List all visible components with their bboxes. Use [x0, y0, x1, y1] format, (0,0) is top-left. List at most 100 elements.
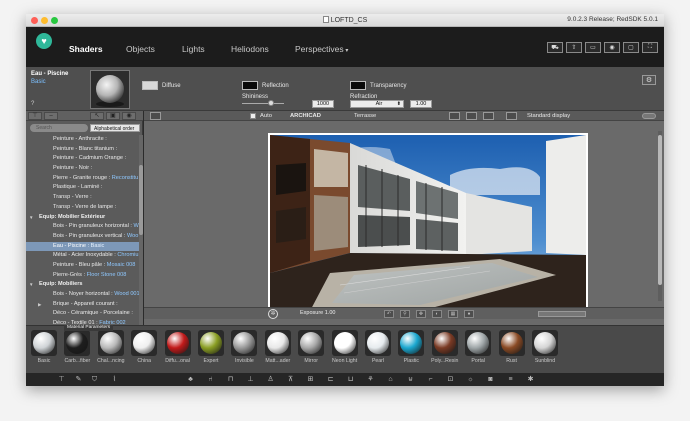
list-item[interactable]: Peinture - Blanc titanium : [26, 145, 139, 155]
viewport-scrollbar[interactable] [658, 131, 662, 301]
render-image[interactable] [268, 133, 588, 315]
list-item[interactable]: Peinture - Noir : [26, 164, 139, 174]
list-item[interactable]: Eau - Piscine : Basic [26, 241, 139, 252]
display-icon[interactable] [506, 112, 517, 120]
bath-icon[interactable]: ⊌ [406, 375, 415, 384]
material-type[interactable]: Basic [31, 79, 46, 85]
shininess-value[interactable]: 1000 [312, 100, 334, 108]
refraction-value[interactable]: 1.00 [410, 100, 432, 108]
material-swatch[interactable]: Invisible [230, 330, 258, 364]
sun-icon[interactable]: ☼ [466, 375, 475, 384]
material-swatch[interactable]: Sunblind [531, 330, 559, 364]
frame-icon[interactable]: ▢ [623, 42, 639, 53]
bed-icon[interactable]: ⌂ [386, 375, 395, 384]
list-item[interactable]: Bois - Pin granuleux vertical : Woo [26, 232, 139, 242]
reflection-swatch[interactable] [242, 81, 258, 90]
material-swatch[interactable]: Matt...ader [264, 330, 292, 364]
render-engine-label[interactable]: ARCHICAD [290, 112, 321, 120]
chair-icon[interactable]: ⑁ [206, 375, 215, 384]
tab-perspectives[interactable]: Perspectives [295, 44, 348, 54]
person-icon[interactable]: ♙ [266, 375, 275, 384]
list-item[interactable]: Métal - Acier Inoxydable : Chromiu [26, 251, 139, 261]
list-item[interactable]: Bois - Noyer horizontal : Wood 001 [26, 290, 139, 300]
eye-icon[interactable]: ◉ [122, 112, 136, 120]
list-item[interactable]: Peinture - Bleu pâle : Mosaic 008 [26, 261, 139, 271]
orbit-icon[interactable]: ◐ [432, 310, 442, 318]
list-item[interactable]: Bois - Pin granuleux horizontal : W [26, 222, 139, 232]
pointer-icon[interactable]: ↖ [90, 112, 104, 120]
list-item[interactable]: Déco - Céramique - Porcelaine : [26, 309, 139, 319]
fit-icon[interactable] [466, 112, 477, 120]
screens-icon[interactable]: ▭ [585, 42, 601, 53]
material-swatch[interactable]: Poly...Resin [431, 330, 459, 364]
auto-checkbox[interactable] [250, 113, 256, 119]
list-item[interactable]: Pierre-Grès : Floor Stone 008 [26, 271, 139, 281]
grid-icon[interactable]: ▦ [448, 310, 458, 318]
sort-select[interactable]: Alphabetical order [90, 124, 140, 132]
scene-label[interactable]: Terrasse [354, 112, 376, 120]
material-swatch[interactable]: China [130, 330, 158, 364]
refraction-medium-select[interactable]: Air [350, 100, 404, 108]
list-item[interactable]: Plastique - Laminé : [26, 183, 139, 193]
bucket-icon[interactable]: ⛉ [90, 375, 99, 384]
list-item[interactable]: Peinture - Cadmium Orange : [26, 154, 139, 164]
table-icon[interactable]: ⊓ [226, 375, 235, 384]
minus-icon[interactable]: – [44, 112, 58, 120]
diffuse-swatch[interactable] [142, 81, 158, 90]
material-swatch[interactable]: Pearl [364, 330, 392, 364]
camera-small-icon[interactable]: ◙ [486, 375, 495, 384]
pipette-icon[interactable]: ✎ [74, 375, 83, 384]
display-mode-label[interactable]: Standard display [527, 112, 570, 120]
crop-icon[interactable] [483, 112, 494, 120]
sofa-icon[interactable]: ⊔ [346, 375, 355, 384]
material-swatch[interactable]: Plastic [397, 330, 425, 364]
tab-lights[interactable]: Lights [182, 44, 205, 54]
viewport-scrollbar-thumb[interactable] [658, 135, 662, 285]
pan-icon[interactable]: ✥ [416, 310, 426, 318]
list-item[interactable]: Peinture - Anthracite : [26, 135, 139, 145]
fullscreen-icon[interactable]: ⛶ [642, 42, 658, 53]
wrench-icon[interactable]: ⚙ [642, 75, 656, 85]
material-swatch[interactable]: Neon Light [331, 330, 359, 364]
help-icon[interactable]: ? [31, 101, 34, 107]
material-swatch[interactable]: Diffu...onal [164, 330, 192, 364]
shininess-slider-knob[interactable] [268, 100, 275, 106]
material-swatch[interactable]: Chal...ncing [97, 330, 125, 364]
tab-heliodons[interactable]: Heliodons [231, 44, 269, 54]
tab-shaders[interactable]: Shaders [69, 44, 103, 54]
camera-icon[interactable]: ◉ [604, 42, 620, 53]
display-toggle[interactable] [642, 113, 656, 119]
paint-roller-icon[interactable]: ⊤ [28, 112, 42, 120]
undo-icon[interactable]: ↶ [384, 310, 394, 318]
layout-icon[interactable] [150, 112, 161, 120]
list-group-header[interactable]: Equip: Mobilier Extérieur [26, 213, 139, 223]
list-item[interactable]: Pierre - Granite rouge : Reconstitu [26, 174, 139, 184]
exposure-control[interactable]: Exposure 1.00 [300, 310, 335, 316]
settings-small-icon[interactable]: ✱ [526, 375, 535, 384]
shininess-slider[interactable] [242, 103, 284, 104]
sidebar-scrollbar-thumb[interactable] [139, 165, 143, 235]
sidebar-scrollbar[interactable] [139, 135, 143, 325]
material-swatch[interactable]: Expert [197, 330, 225, 364]
stool-icon[interactable]: ⊼ [286, 375, 295, 384]
list-item[interactable]: Transp - Verre : [26, 193, 139, 203]
material-swatch[interactable]: Portal [464, 330, 492, 364]
material-swatch[interactable]: Carb...fiber [63, 330, 91, 364]
material-swatch[interactable]: Rust [498, 330, 526, 364]
tree-icon[interactable]: ♣ [186, 375, 195, 384]
transparency-swatch[interactable] [350, 81, 366, 90]
cart-icon[interactable]: ⛟ [547, 42, 563, 53]
export-icon[interactable]: ⇧ [566, 42, 582, 53]
search-input[interactable]: Search [30, 124, 88, 132]
zoom-icon[interactable]: ⚲ [400, 310, 410, 318]
image-icon[interactable] [449, 112, 460, 120]
material-swatch[interactable]: Mirror [297, 330, 325, 364]
list-item[interactable]: Transp - Verre de lampe : [26, 203, 139, 213]
plant-icon[interactable]: ⚘ [366, 375, 375, 384]
layers-icon[interactable]: ≡ [506, 375, 515, 384]
walk-icon[interactable]: ● [464, 310, 474, 318]
car-icon[interactable]: ⊡ [446, 375, 455, 384]
copy-icon[interactable]: ▣ [106, 112, 120, 120]
brush-icon[interactable]: ⌇ [110, 375, 119, 384]
roller-icon[interactable]: ⊤ [57, 375, 66, 384]
